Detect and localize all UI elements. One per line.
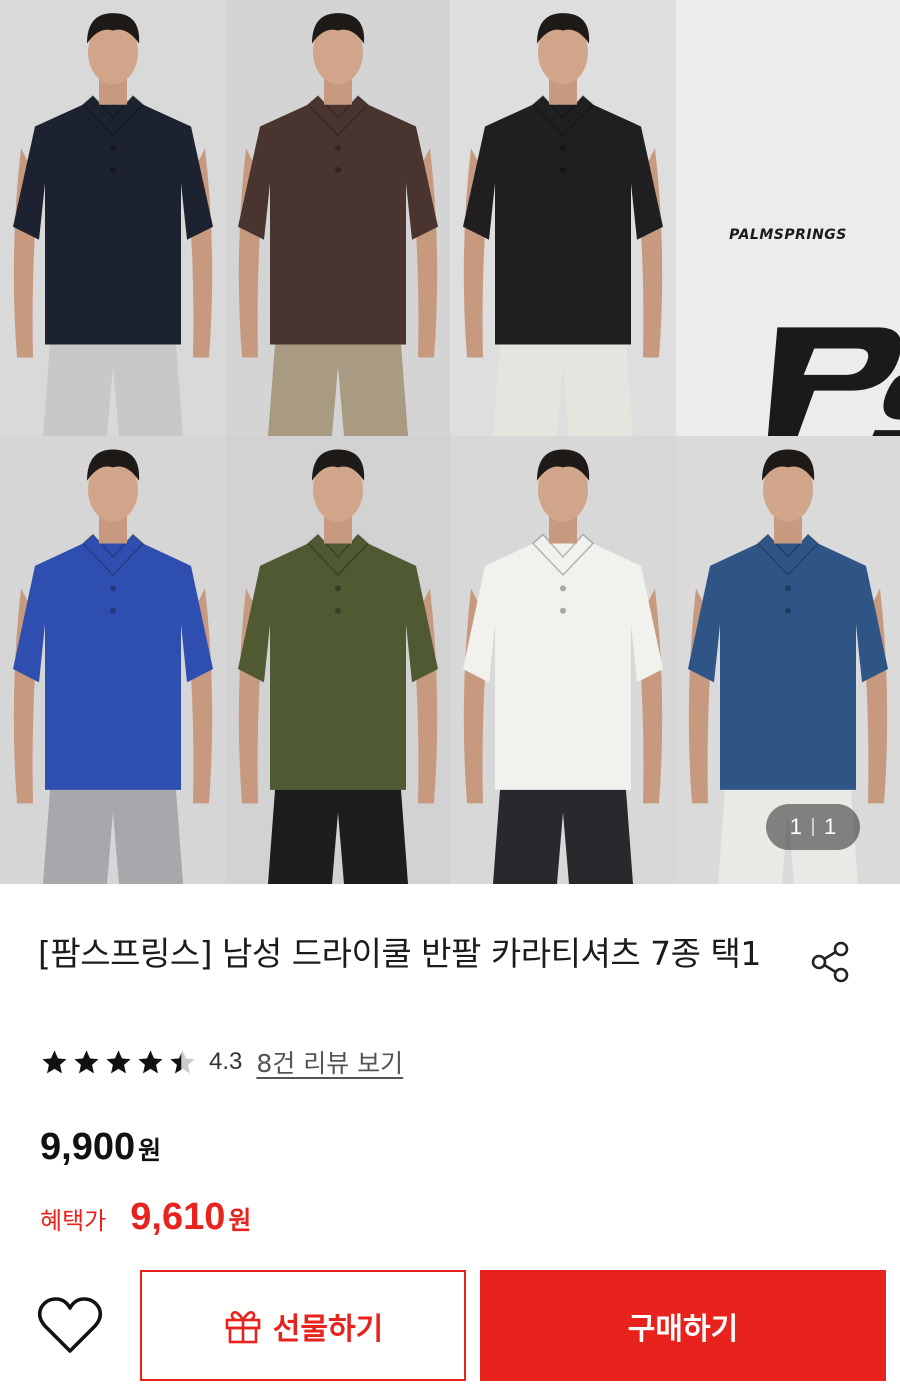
model-image [0,0,226,436]
original-price: 9,900 원 [40,1126,161,1169]
star-rating [40,1048,197,1077]
brand-logo: PALMSPRINGS [676,0,900,436]
star-icon [42,1049,67,1073]
brand-logo-mark [767,327,900,436]
pager-total: 1 [824,814,837,839]
shirt-button [335,585,341,592]
shirt-button [110,607,116,614]
heart-icon[interactable] [36,1296,104,1356]
star-half-icon [170,1049,195,1073]
pager-current: 1 [789,814,802,839]
price-unit: 원 [138,1136,162,1165]
model-figure [450,0,676,436]
model-image [226,436,450,884]
model-figure [0,436,226,884]
benefit-price: 혜택가 9,610 원 [40,1196,251,1239]
model-image [0,436,226,884]
gift-button[interactable]: 선물하기 [140,1270,466,1381]
gift-button-label: 선물하기 [272,1312,384,1346]
buy-button[interactable]: 구매하기 [480,1270,886,1381]
shirt-button [335,167,341,174]
star-icon [138,1049,163,1073]
shirt-button [335,145,341,152]
shirt-button [110,585,116,592]
shirt-button [560,167,566,174]
shirt-button [560,585,566,592]
product-image-gallery[interactable]: PALMSPRINGS 1 1 [0,0,900,884]
buy-button-label: 구매하기 [627,1312,739,1346]
star-icon [106,1049,131,1073]
shirt-button [785,607,791,614]
shirt-button [335,607,341,614]
model-figure [226,436,450,884]
gift-icon [225,1310,261,1343]
model-image [226,0,450,436]
rating-row: 4.3 8건 리뷰 보기 [40,1042,403,1082]
benefit-price-value: 9,610 [130,1196,226,1238]
review-link[interactable]: 8건 리뷰 보기 [256,1044,403,1080]
model-image [450,0,676,436]
product-title: [팜스프링스] 남성 드라이쿨 반팔 카라티셔츠 7종 택1 [38,934,761,973]
pager-divider [812,818,814,836]
shirt-button [560,145,566,152]
benefit-price-unit: 원 [228,1206,252,1235]
shirt-button [560,607,566,614]
benefit-label: 혜택가 [40,1207,107,1235]
model-image [450,436,676,884]
share-icon[interactable] [808,940,852,984]
shirt-button [110,145,116,152]
star-icon [74,1049,99,1073]
price-value: 9,900 [40,1126,136,1168]
shirt-button [785,585,791,592]
model-figure [226,0,450,436]
model-figure [450,436,676,884]
shirt-button [110,167,116,174]
rating-value: 4.3 [209,1048,243,1075]
brand-logo-text: PALMSPRINGS [729,227,847,243]
model-figure [0,0,226,436]
image-pager: 1 1 [766,804,860,850]
